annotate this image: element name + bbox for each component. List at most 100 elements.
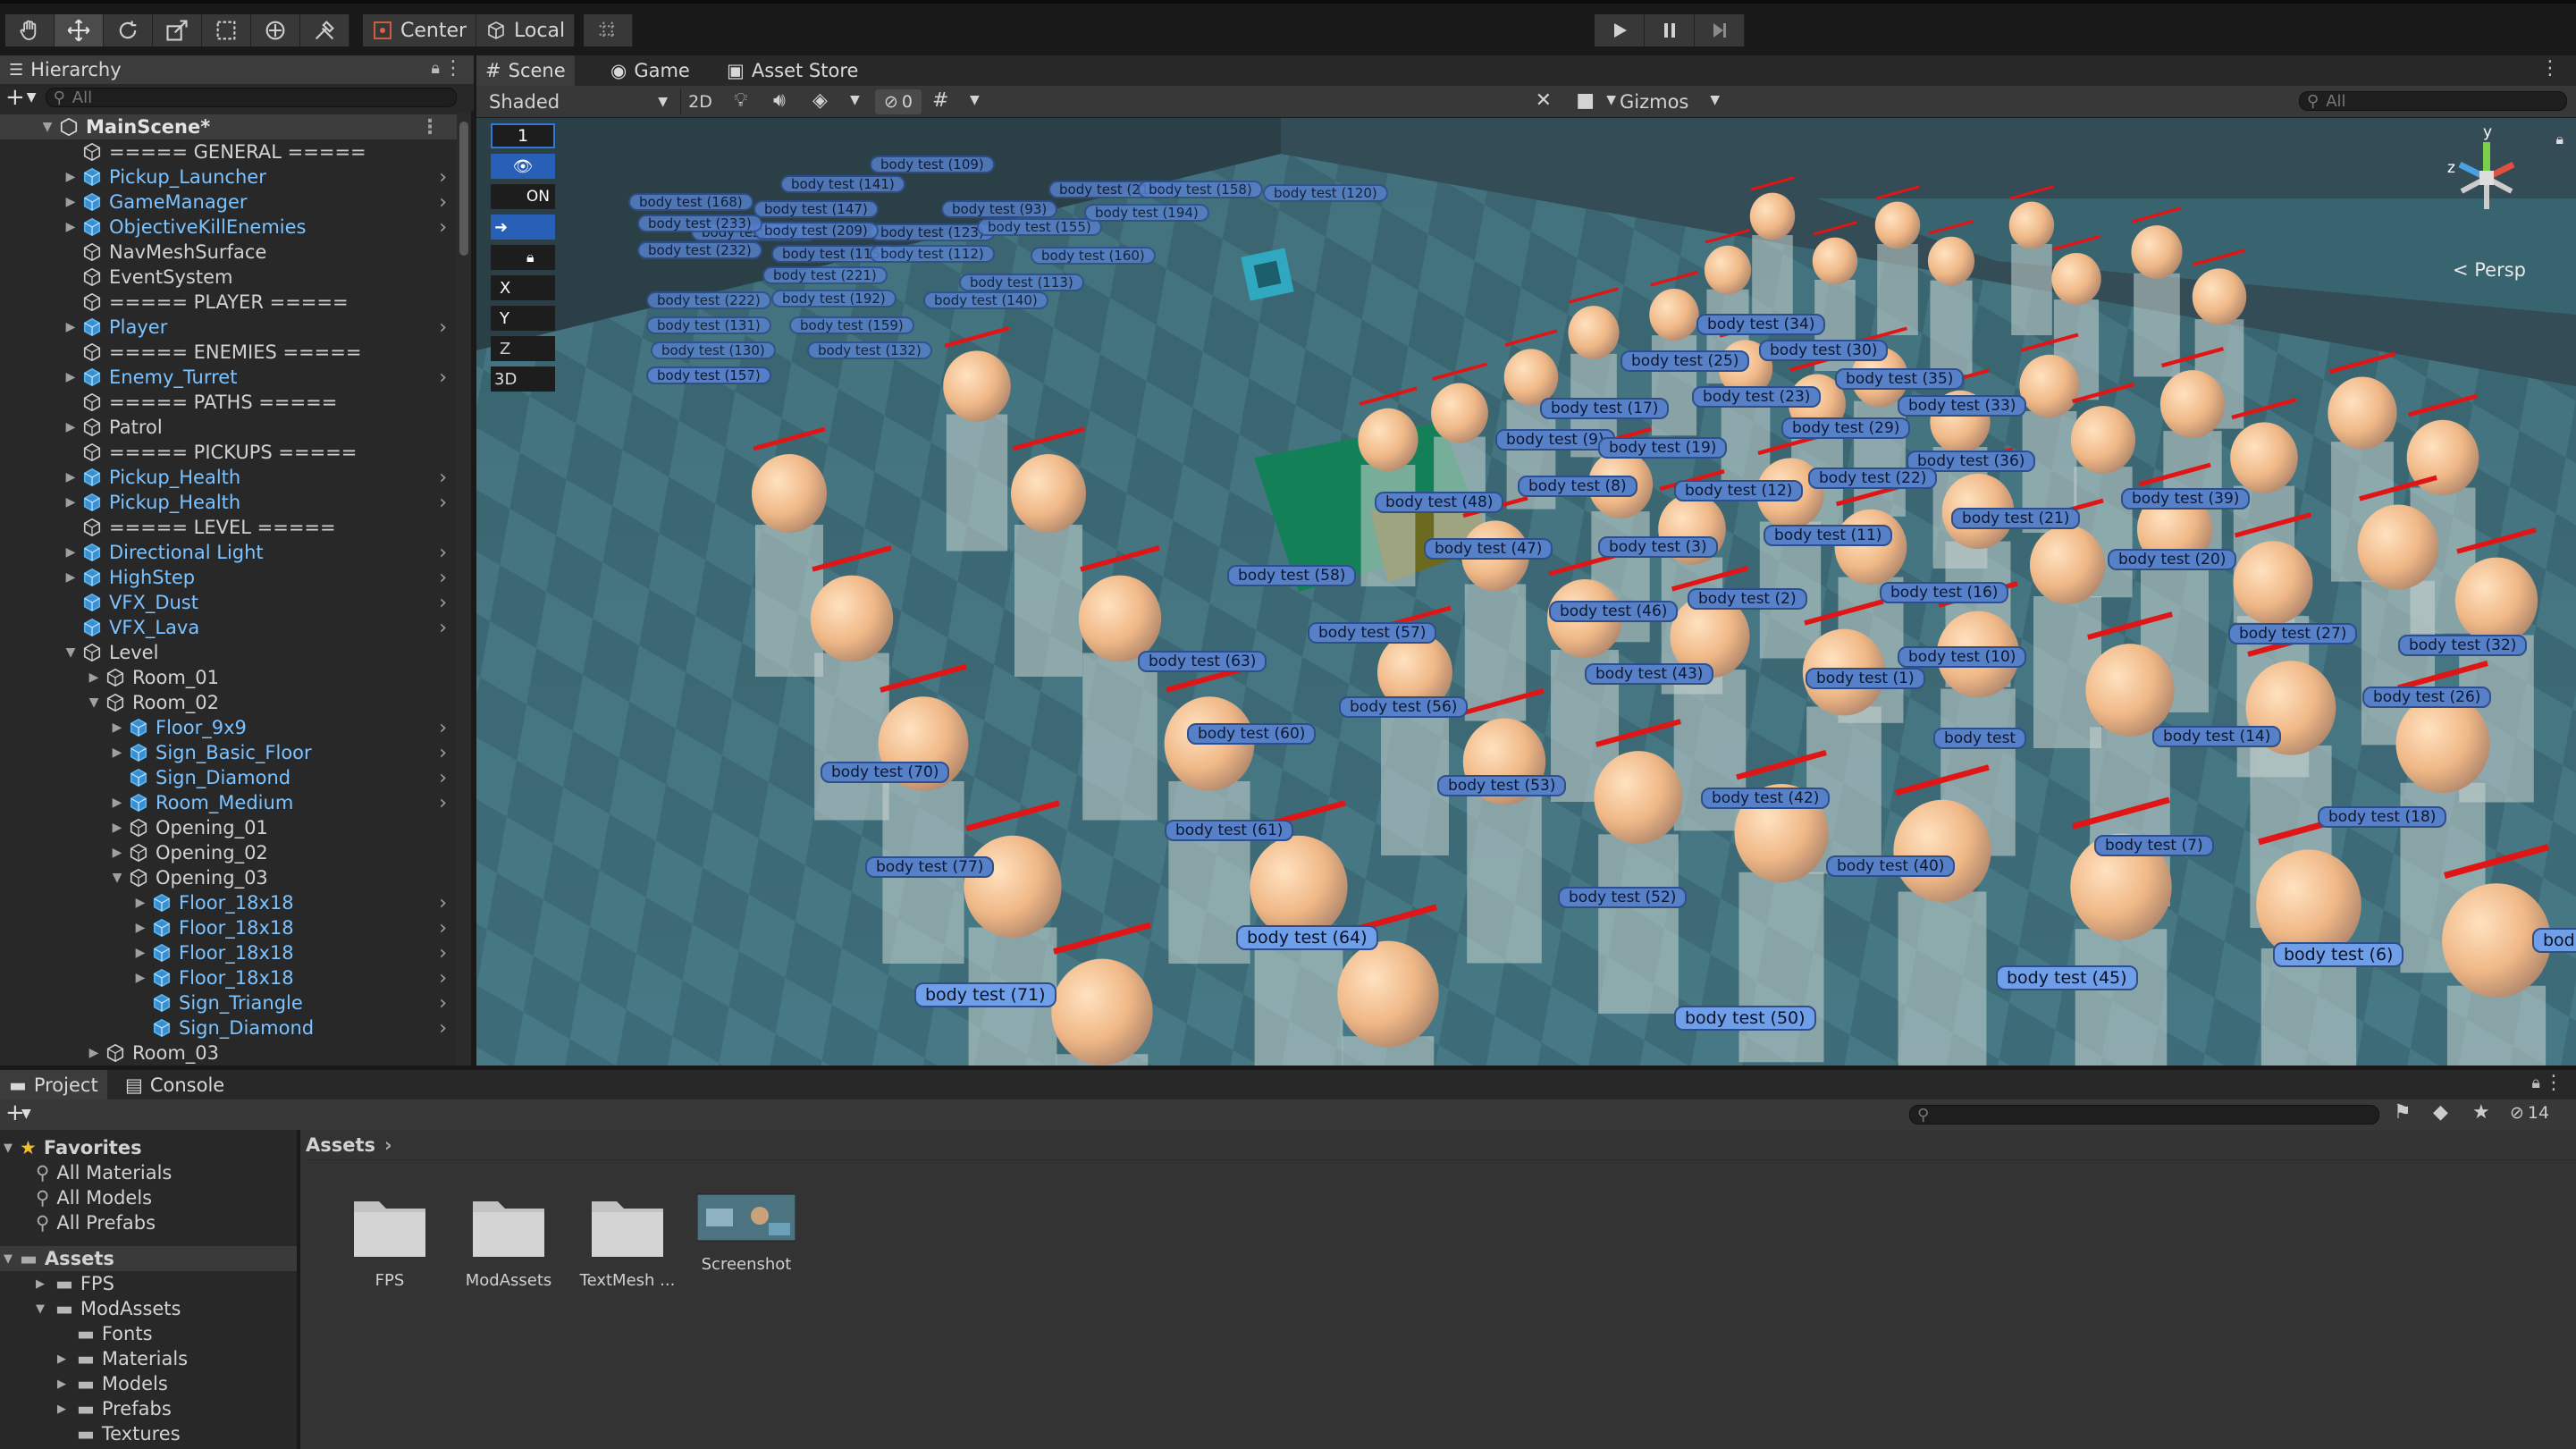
pivot-local-button[interactable]: Local <box>476 14 576 46</box>
scene-object-label[interactable]: body test (39) <box>2121 488 2251 510</box>
prefab-open-chevron-icon[interactable]: › <box>439 216 447 239</box>
hierarchy-item[interactable]: Sign_Diamond › <box>0 1015 458 1040</box>
hierarchy-item[interactable]: ▶ Room_01 <box>0 665 458 690</box>
scene-object-label[interactable]: body test (43) <box>1585 663 1714 685</box>
collapse-arrow-icon[interactable]: ▶ <box>109 745 125 761</box>
prefab-open-chevron-icon[interactable]: › <box>439 1017 447 1040</box>
play-button[interactable] <box>1595 14 1645 46</box>
hierarchy-item[interactable]: ▶ Opening_02 <box>0 840 458 865</box>
collapse-arrow-icon[interactable]: ▶ <box>109 845 125 861</box>
hierarchy-item[interactable]: ▶ Patrol <box>0 415 458 440</box>
hierarchy-item[interactable]: Sign_Triangle › <box>0 990 458 1015</box>
filter-type-icon[interactable]: ⚑ <box>2394 1101 2412 1124</box>
asset-folder-item[interactable]: ▬ Textures <box>0 1421 297 1446</box>
favorite-item[interactable]: ⚲ All Models <box>0 1185 297 1210</box>
scene-object-label[interactable]: body test (16) <box>1880 582 2009 603</box>
custom-tool-icon[interactable] <box>300 14 349 46</box>
scene-object-label[interactable]: body test (113) <box>959 274 1084 291</box>
hierarchy-item[interactable]: ▶ Enemy_Turret › <box>0 365 458 390</box>
scene-object-label[interactable]: body test (14) <box>2152 726 2282 747</box>
scene-viewport[interactable]: 1 👁︎ ON ➜ 🔒︎ X Y Z 3D y z 🔒︎ < Persp bod… <box>476 118 2576 1066</box>
rect-tool-icon[interactable] <box>202 14 251 46</box>
dropdown-arrow-icon[interactable]: ▼ <box>1710 93 1720 107</box>
folder-arrow-icon[interactable]: ▶ <box>36 1277 48 1291</box>
hierarchy-item[interactable]: ▶ Pickup_Health › <box>0 490 458 515</box>
expand-arrow-icon[interactable]: ▼ <box>4 1142 13 1155</box>
asset-folder-item[interactable]: ▶ ▬ Prefabs <box>0 1396 297 1421</box>
scene-object-label[interactable]: body test (52) <box>1558 887 1688 908</box>
scene-object-label[interactable]: body test (25) <box>1621 350 1750 372</box>
prefab-open-chevron-icon[interactable]: › <box>439 542 447 564</box>
asset-item[interactable]: Screenshot <box>684 1191 809 1274</box>
collapse-arrow-icon[interactable]: ▶ <box>86 1045 102 1061</box>
lighting-toggle-icon[interactable]: 💡︎ <box>734 89 747 112</box>
scene-object-label[interactable]: body test (209) <box>753 222 879 240</box>
collapse-arrow-icon[interactable]: ▶ <box>109 795 125 811</box>
hierarchy-item[interactable]: ===== ENEMIES ===== <box>0 340 458 365</box>
hierarchy-item[interactable]: ▶ Pickup_Launcher › <box>0 164 458 190</box>
scene-object-label[interactable]: body test (93) <box>941 200 1058 218</box>
hierarchy-item[interactable]: NavMeshSurface <box>0 240 458 265</box>
scene-object-label[interactable]: body test (130) <box>651 341 776 359</box>
scene-object-label[interactable]: body test (46) <box>1549 601 1679 622</box>
prefab-open-chevron-icon[interactable]: › <box>439 592 447 614</box>
view-3d-toggle[interactable]: 3D <box>491 366 555 392</box>
folder-arrow-icon[interactable] <box>57 1428 70 1441</box>
prefab-open-chevron-icon[interactable]: › <box>439 717 447 739</box>
prefab-open-chevron-icon[interactable]: › <box>439 166 447 189</box>
collapse-arrow-icon[interactable]: ▶ <box>63 469 79 485</box>
tab-project[interactable]: ▬ Project <box>0 1070 107 1099</box>
scene-object-label[interactable]: body test (29) <box>1781 417 1911 439</box>
collapse-arrow-icon[interactable]: ▶ <box>132 920 148 936</box>
folder-arrow-icon[interactable]: ▶ <box>57 1403 70 1416</box>
folder-arrow-icon[interactable]: ▶ <box>57 1352 70 1366</box>
prefab-open-chevron-icon[interactable]: › <box>439 617 447 639</box>
scene-object-label[interactable]: body test (50) <box>1674 1006 1816 1031</box>
scale-tool-icon[interactable] <box>153 14 202 46</box>
scene-object-label[interactable]: body test (60) <box>1187 723 1317 745</box>
scene-object-label[interactable]: body test (168) <box>628 193 753 211</box>
scene-object-label[interactable]: body test (2) <box>1688 588 1807 610</box>
project-search-input[interactable]: ⚲ <box>1909 1105 2379 1125</box>
scene-object-label[interactable]: body test (3) <box>1598 536 1718 558</box>
hierarchy-item[interactable]: ▶ Pickup_Health › <box>0 465 458 490</box>
hierarchy-item[interactable]: ▶ Directional Light › <box>0 540 458 565</box>
hierarchy-item[interactable]: ▶ Floor_18x18 › <box>0 965 458 990</box>
lock-icon[interactable]: 🔒︎ <box>2531 1074 2540 1092</box>
scene-object-label[interactable]: body test (45) <box>1996 965 2138 990</box>
favorites-header[interactable]: ▼ ★ Favorites <box>0 1135 297 1160</box>
scene-menu-icon[interactable]: ⋮ <box>420 116 440 139</box>
scene-object-label[interactable]: body test (22) <box>1808 468 1938 489</box>
add-icon[interactable]: + <box>5 84 25 111</box>
scene-object-label[interactable]: body test (48) <box>1375 492 1504 513</box>
prefab-open-chevron-icon[interactable]: › <box>439 467 447 489</box>
rotate-tool-icon[interactable] <box>104 14 153 46</box>
scene-object-label[interactable]: body test (26) <box>2362 687 2492 708</box>
tab-scene[interactable]: # Scene <box>476 55 575 86</box>
shading-mode-dropdown[interactable]: Shaded ▼ <box>484 89 673 114</box>
scene-object-label[interactable]: body test (123) <box>870 223 995 241</box>
scene-object-label[interactable]: body test (64) <box>1236 925 1378 950</box>
hierarchy-item[interactable]: ===== PLAYER ===== <box>0 290 458 315</box>
hierarchy-item[interactable]: Sign_Diamond › <box>0 765 458 790</box>
lock-icon[interactable]: 🔒︎ <box>431 59 440 78</box>
transform-tool-icon[interactable] <box>251 14 300 46</box>
scene-object-label[interactable]: body test (192) <box>771 290 897 307</box>
hidden-objects-button[interactable]: ⊘ 0 <box>875 89 922 114</box>
prefab-open-chevron-icon[interactable]: › <box>439 892 447 914</box>
scene-object-label[interactable]: body test (109) <box>870 156 995 173</box>
tab-asset-store[interactable]: ▣ Asset Store <box>718 55 867 86</box>
asset-folder-item[interactable]: ▬ Fonts <box>0 1321 297 1346</box>
kebab-menu-icon[interactable]: ⋮ <box>443 57 463 80</box>
hierarchy-item[interactable]: ▼ Opening_03 <box>0 865 458 890</box>
gizmo-lock-icon[interactable]: 🔒︎ <box>2555 131 2563 148</box>
scene-object-label[interactable]: body test (18) <box>2318 806 2447 828</box>
scene-object-label[interactable]: body test (141) <box>780 175 905 193</box>
hierarchy-item[interactable]: ▶ Player › <box>0 315 458 340</box>
hierarchy-item[interactable]: VFX_Lava › <box>0 615 458 640</box>
scene-object-label[interactable]: body test (23) <box>1692 386 1822 408</box>
hierarchy-item[interactable]: ▶ HighStep › <box>0 565 458 590</box>
hierarchy-item[interactable]: ===== PATHS ===== <box>0 390 458 415</box>
tab-game[interactable]: ◉ Game <box>602 55 699 86</box>
scene-object-label[interactable]: body test (120) <box>1263 184 1388 202</box>
